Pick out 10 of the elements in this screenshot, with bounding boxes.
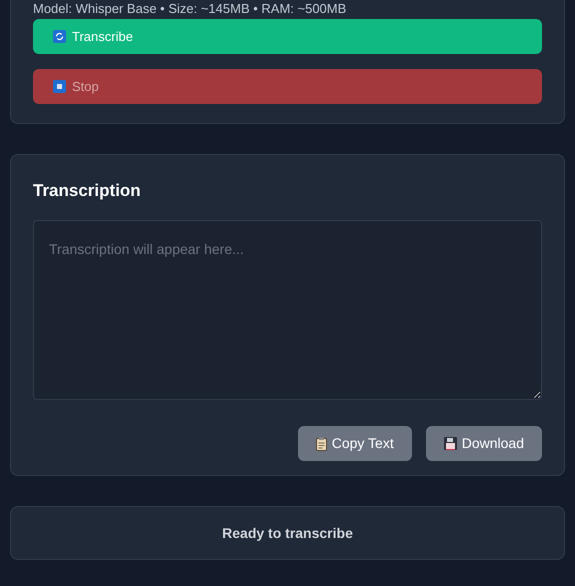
download-button[interactable]: Download [426,426,542,461]
status-message: Ready to transcribe [10,506,565,560]
transcribe-button[interactable]: Transcribe [33,19,542,54]
copy-button[interactable]: Copy Text [298,426,412,461]
stop-icon [53,80,66,93]
transcription-field[interactable]: Transcription will appear here... [33,220,542,400]
section-title: Transcription [33,180,142,202]
model-info: Model: Whisper Base • Size: ~145MB • RAM: ~500MB [33,1,348,17]
refresh-icon [53,30,66,43]
clipboard-icon [316,436,327,450]
